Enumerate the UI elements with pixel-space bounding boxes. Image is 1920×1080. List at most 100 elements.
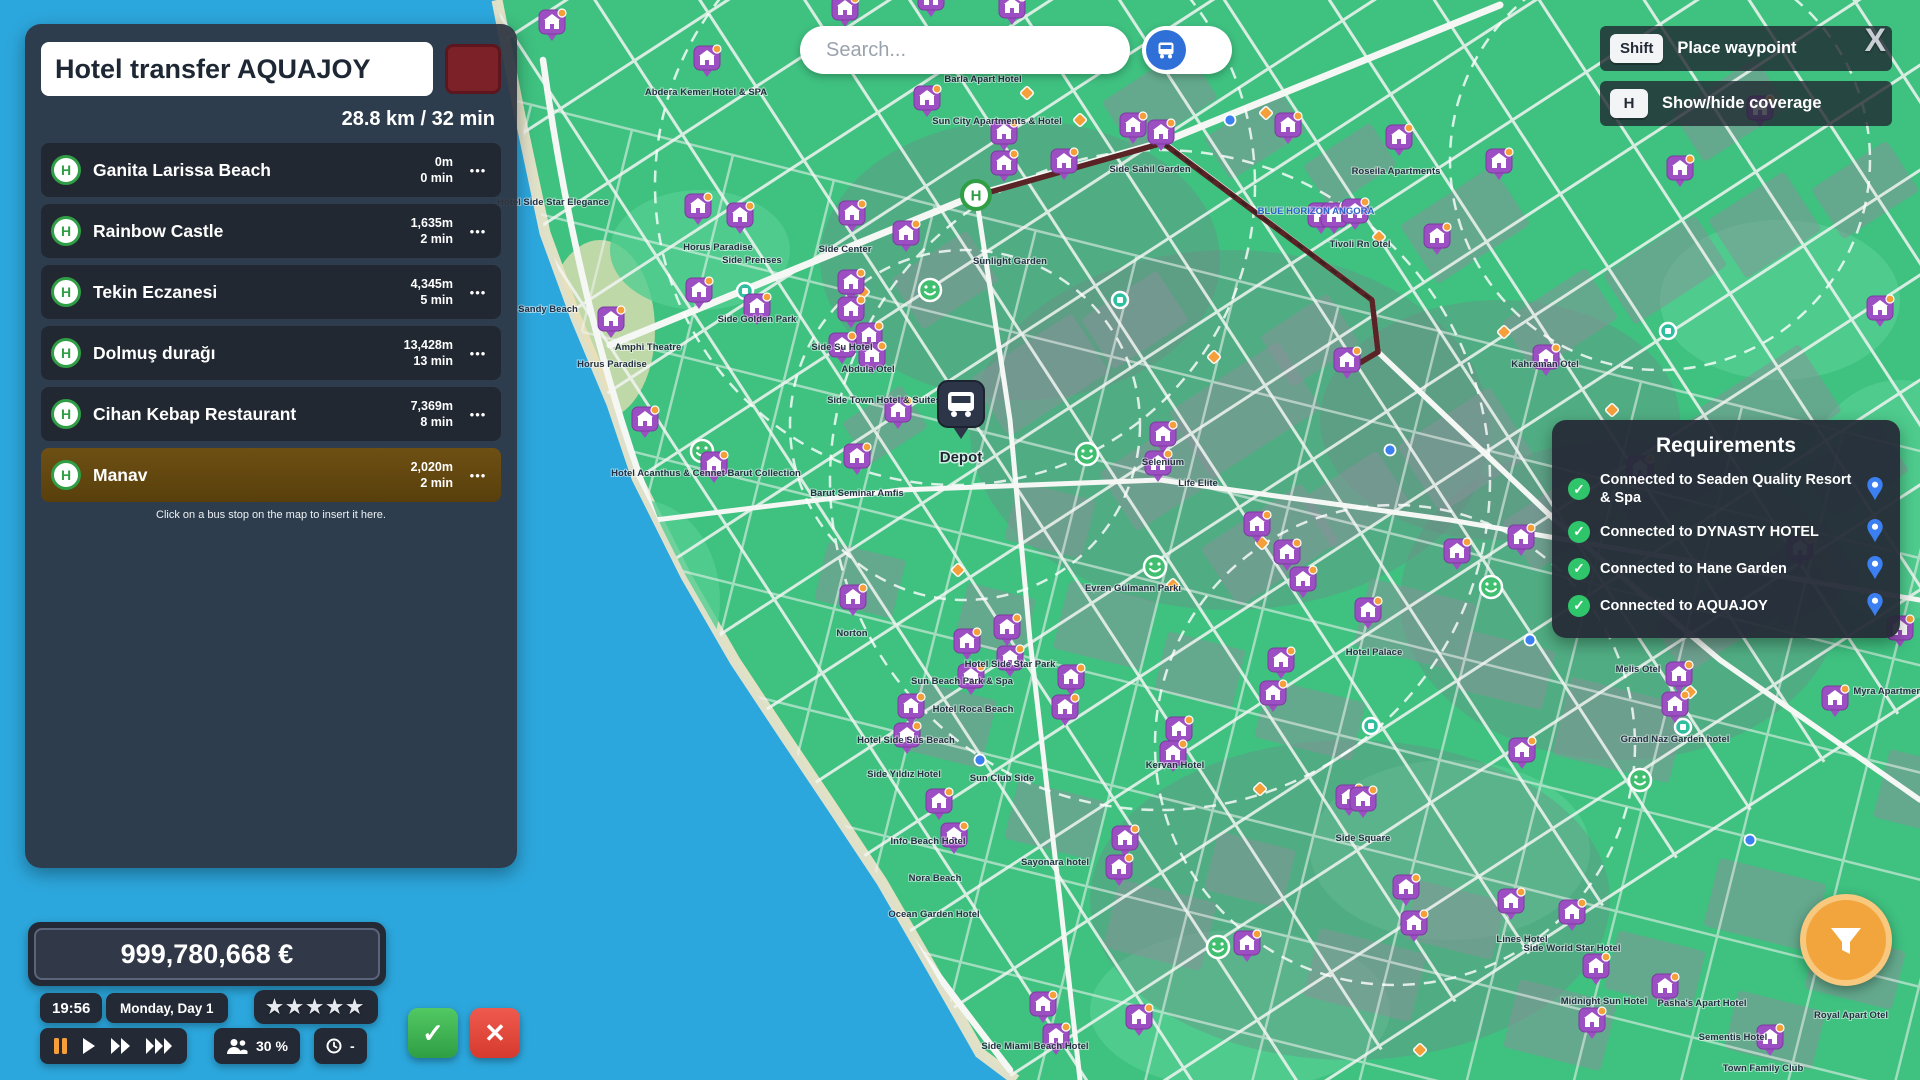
requirement-text: Connected to Seaden Quality Resort & Spa	[1600, 471, 1856, 507]
bus-stop-icon	[51, 460, 81, 490]
depot-label: Depot	[940, 449, 983, 466]
check-icon	[1568, 478, 1590, 500]
location-pin-icon[interactable]	[1866, 556, 1884, 581]
stop-distance-time: 1,635m2 min	[411, 215, 453, 248]
map-label: Roseila Apartments	[1352, 166, 1441, 177]
location-pin-icon[interactable]	[1866, 519, 1884, 544]
rating-stars: ★★★★★	[254, 990, 378, 1024]
hotkey-place-waypoint: Shift Place waypoint	[1600, 26, 1892, 71]
map-label: Tivoli Rn Otel	[1329, 239, 1390, 250]
stop-menu-button[interactable]: •••	[463, 346, 493, 361]
bus-stop-icon	[51, 277, 81, 307]
map-label: Hotel Side Süs Beach	[857, 735, 955, 746]
game-screen: H	[0, 0, 1920, 1080]
stop-menu-button[interactable]: •••	[463, 224, 493, 239]
attraction-marker[interactable]	[1144, 556, 1166, 578]
clock-time: 19:56	[40, 993, 102, 1023]
check-icon	[1568, 595, 1590, 617]
map-label: Town Family Club	[1723, 1063, 1804, 1074]
map-label: Horus Paradise	[683, 242, 753, 253]
requirement-text: Connected to Hane Garden	[1600, 560, 1856, 578]
stop-menu-button[interactable]: •••	[463, 163, 493, 178]
route-stop-row[interactable]: Cihan Kebap Restaurant 7,369m8 min •••	[41, 387, 501, 441]
attraction-marker[interactable]	[1076, 443, 1098, 465]
map-label: Barla Apart Hotel	[944, 74, 1021, 85]
schedule-indicator[interactable]: -	[314, 1028, 367, 1064]
info-marker[interactable]	[1385, 445, 1396, 456]
route-stop-list: Ganita Larissa Beach 0m0 min ••• Rainbow…	[41, 143, 501, 502]
capacity-indicator[interactable]: 30 %	[214, 1028, 300, 1064]
route-stop-row[interactable]: Rainbow Castle 1,635m2 min •••	[41, 204, 501, 258]
map-label: Midnight Sun Hotel	[1561, 996, 1648, 1007]
pause-button[interactable]	[54, 1038, 67, 1054]
map-label: Selenium	[1142, 457, 1184, 468]
info-marker[interactable]	[1745, 835, 1756, 846]
play-button[interactable]	[82, 1038, 96, 1054]
hotkey-label: Show/hide coverage	[1662, 94, 1822, 113]
route-stop-marker[interactable]	[962, 181, 990, 209]
map-label: Abdera Kemer Hotel & SPA	[645, 87, 767, 98]
stop-menu-button[interactable]: •••	[463, 285, 493, 300]
info-marker[interactable]	[1525, 635, 1536, 646]
location-pin-icon[interactable]	[1866, 593, 1884, 618]
bus-routes-toggle[interactable]	[1142, 26, 1232, 74]
capacity-value: 30 %	[256, 1038, 288, 1054]
attraction-marker[interactable]	[919, 279, 941, 301]
stop-distance-time: 4,345m5 min	[411, 276, 453, 309]
fastest-forward-button[interactable]	[146, 1038, 173, 1054]
route-color-swatch[interactable]	[445, 44, 501, 94]
info-marker[interactable]	[1225, 115, 1236, 126]
attraction-marker[interactable]	[1480, 576, 1502, 598]
map-label: Royal Apart Otel	[1814, 1010, 1888, 1021]
schedule-value: -	[350, 1038, 355, 1054]
map-label: Pasha's Apart Hotel	[1657, 998, 1746, 1009]
route-stop-row-selected[interactable]: Manav 2,020m2 min •••	[41, 448, 501, 502]
map-label: Sun City Apartments & Hotel	[932, 116, 1062, 127]
map-label: Kervan Hotel	[1146, 760, 1205, 771]
cancel-button[interactable]	[470, 1008, 520, 1058]
bus-icon	[1146, 30, 1186, 70]
close-button[interactable]: X	[1865, 22, 1886, 59]
map-label: Sementis Hotel	[1699, 1032, 1768, 1043]
attraction-marker[interactable]	[1207, 936, 1229, 958]
location-pin-icon[interactable]	[1866, 477, 1884, 502]
route-stop-row[interactable]: Tekin Eczanesi 4,345m5 min •••	[41, 265, 501, 319]
route-name-input[interactable]: Hotel transfer AQUAJOY	[41, 42, 433, 96]
bus-stop-marker[interactable]	[1675, 719, 1691, 735]
map-label: Side World Star Hotel	[1524, 943, 1621, 954]
attraction-marker[interactable]	[1629, 769, 1651, 791]
check-icon	[1568, 521, 1590, 543]
bus-stop-marker[interactable]	[1660, 323, 1676, 339]
route-summary: 28.8 km / 32 min	[41, 108, 501, 131]
keycap-h: H	[1610, 89, 1648, 118]
map-label: Evren Gülmann Parkı	[1085, 583, 1181, 594]
insert-hint: Click on a bus stop on the map to insert…	[41, 509, 501, 521]
stop-menu-button[interactable]: •••	[463, 468, 493, 483]
requirement-row: Connected to AQUAJOY	[1568, 593, 1884, 618]
map-label: Barut Seminar Amfis	[810, 488, 904, 499]
info-marker[interactable]	[975, 755, 986, 766]
stop-menu-button[interactable]: •••	[463, 407, 493, 422]
requirement-text: Connected to AQUAJOY	[1600, 597, 1856, 615]
map-label: Life Elite	[1178, 478, 1218, 489]
route-stop-row[interactable]: Dolmuş durağı 13,428m13 min •••	[41, 326, 501, 380]
requirement-text: Connected to DYNASTY HOTEL	[1600, 523, 1856, 541]
map-label: Sun Beach Park & Spa	[911, 676, 1014, 687]
requirement-row: Connected to Seaden Quality Resort & Spa	[1568, 471, 1884, 507]
fast-forward-button[interactable]	[111, 1038, 131, 1054]
requirements-panel: Requirements Connected to Seaden Quality…	[1552, 420, 1900, 638]
filter-button[interactable]	[1800, 894, 1892, 986]
map-label: Ocean Garden Hotel	[888, 909, 979, 920]
search-input[interactable]	[800, 26, 1130, 74]
date-display: Monday, Day 1	[106, 993, 228, 1023]
funnel-icon	[1826, 920, 1866, 960]
bus-stop-marker[interactable]	[1112, 292, 1128, 308]
stop-distance-time: 0m0 min	[420, 154, 453, 187]
keycap-shift: Shift	[1610, 34, 1663, 63]
confirm-button[interactable]	[408, 1008, 458, 1058]
map-label: Info Beach Hotel	[891, 836, 966, 847]
bus-stop-marker[interactable]	[1363, 718, 1379, 734]
map-label: Kahraman Otel	[1511, 359, 1579, 370]
requirement-row: Connected to DYNASTY HOTEL	[1568, 519, 1884, 544]
route-stop-row[interactable]: Ganita Larissa Beach 0m0 min •••	[41, 143, 501, 197]
